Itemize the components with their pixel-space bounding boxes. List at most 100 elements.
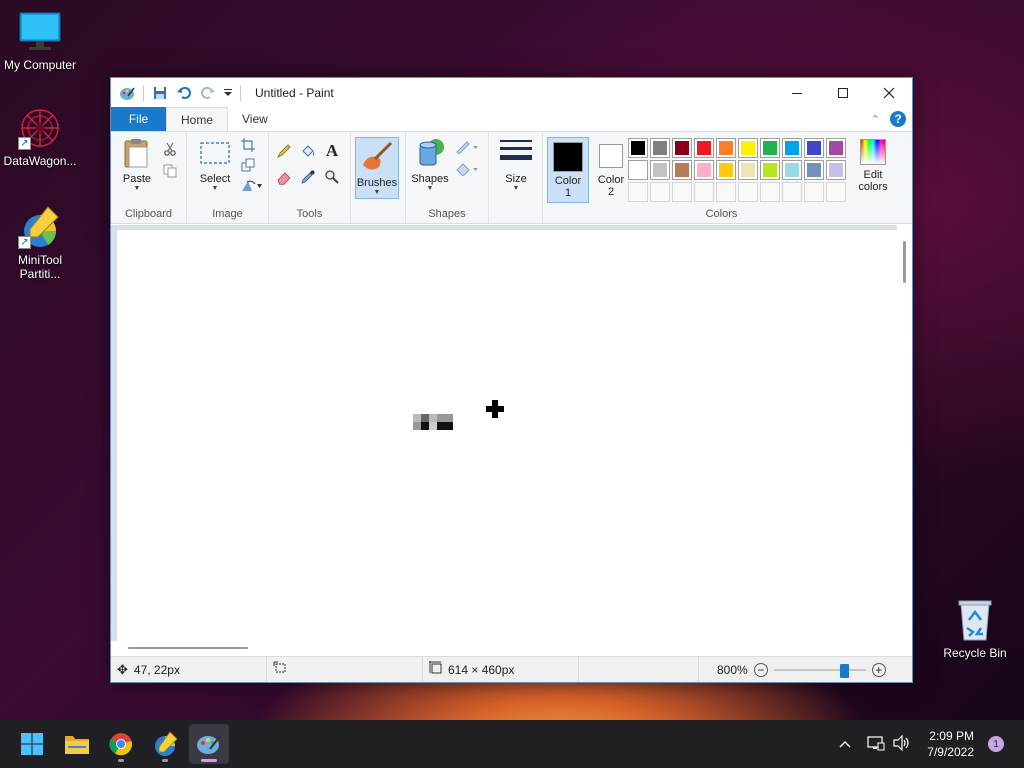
zoom-slider-handle[interactable] [839,663,849,678]
close-button[interactable] [866,78,912,107]
desktop-icon-recycle-bin[interactable]: Recycle Bin [935,598,1015,660]
help-icon[interactable]: ? [890,111,906,127]
network-icon[interactable] [867,735,885,754]
crop-icon[interactable] [239,136,257,154]
desktop-icon-my-computer[interactable]: My Computer [0,10,80,72]
rotate-icon[interactable] [239,176,265,194]
maximize-button[interactable] [820,78,866,107]
desktop-icon-datawagon[interactable]: ↗ DataWagon... [0,106,80,168]
palette-custom-swatch[interactable] [760,182,780,202]
cut-icon[interactable] [161,140,179,158]
tab-file[interactable]: File [111,107,166,131]
zoom-in-icon[interactable]: + [871,662,886,677]
copy-icon[interactable] [161,162,179,180]
eraser-icon[interactable] [275,168,293,186]
size-button[interactable]: Size ▼ [494,137,538,199]
resize-icon[interactable] [239,156,257,174]
collapse-ribbon-icon[interactable]: ⌃ [871,113,880,126]
taskbar-chrome[interactable] [101,724,141,764]
start-button[interactable] [12,724,52,764]
chevron-down-icon: ▼ [211,185,219,192]
chevron-down-icon: ▼ [426,185,434,192]
paint-app-icon[interactable] [117,83,137,103]
show-hidden-icons-icon[interactable] [839,737,851,751]
text-icon[interactable]: A [323,141,341,160]
zoom-controls: 800% − + [717,662,886,678]
palette-custom-swatch[interactable] [694,182,714,202]
color2-button[interactable]: Color 2 [591,137,631,203]
desktop-icon-minitool[interactable]: ↗ MiniTool Partiti... [0,205,80,281]
fill-bucket-icon[interactable] [299,142,317,160]
palette-custom-swatch[interactable] [672,182,692,202]
select-button[interactable]: Select ▼ [193,137,237,199]
palette-color-swatch[interactable] [826,138,846,158]
redo-icon[interactable] [198,83,218,103]
edit-colors-button[interactable]: Edit colors [851,137,895,199]
outline-icon[interactable] [454,138,480,156]
pencil-icon[interactable] [275,142,293,160]
palette-custom-swatch[interactable] [826,182,846,202]
horizontal-scrollbar[interactable] [111,641,897,656]
recycle-bin-icon [953,598,997,642]
color1-button[interactable]: Color 1 [547,137,589,203]
magnifier-icon[interactable] [323,168,341,186]
palette-color-swatch[interactable] [672,160,692,180]
palette-custom-swatch[interactable] [782,182,802,202]
drawing-canvas[interactable] [117,230,897,657]
palette-color-swatch[interactable] [628,138,648,158]
vertical-scrollbar[interactable] [897,225,912,657]
taskbar-paint[interactable] [189,724,229,764]
zoom-level: 800% [717,662,748,677]
palette-color-swatch[interactable] [738,138,758,158]
paste-button[interactable]: Paste ▼ [115,137,159,199]
tab-home[interactable]: Home [166,107,229,131]
palette-custom-swatch[interactable] [738,182,758,202]
swatch-fill [741,163,755,177]
palette-color-swatch[interactable] [716,138,736,158]
palette-color-swatch[interactable] [650,138,670,158]
palette-color-swatch[interactable] [804,160,824,180]
shortcut-arrow-icon: ↗ [18,137,31,150]
selection-size-icon [273,661,287,678]
palette-color-swatch[interactable] [804,138,824,158]
zoom-slider[interactable] [773,663,866,678]
tab-view[interactable]: View [228,107,282,131]
palette-color-swatch[interactable] [694,160,714,180]
brushes-label: Brushes [356,177,398,189]
notification-badge[interactable]: 1 [988,736,1004,752]
minitool-icon: ↗ [18,205,62,249]
palette-color-swatch[interactable] [694,138,714,158]
color1-swatch [553,142,583,172]
scroll-thumb[interactable] [128,647,248,649]
save-icon[interactable] [150,83,170,103]
color-picker-icon[interactable] [299,168,317,186]
clock[interactable]: 2:09 PM 7/9/2022 [927,728,974,760]
fill-icon[interactable] [454,160,480,178]
palette-custom-swatch[interactable] [650,182,670,202]
scroll-thumb[interactable] [903,241,906,283]
palette-color-swatch[interactable] [760,160,780,180]
shapes-button[interactable]: Shapes ▼ [408,137,452,199]
minimize-button[interactable] [774,78,820,107]
palette-custom-swatch[interactable] [716,182,736,202]
palette-color-swatch[interactable] [738,160,758,180]
palette-color-swatch[interactable] [650,160,670,180]
image-group: Select ▼ Image [187,132,269,223]
taskbar-file-explorer[interactable] [57,724,97,764]
palette-custom-swatch[interactable] [628,182,648,202]
palette-color-swatch[interactable] [826,160,846,180]
taskbar-minitool[interactable] [145,724,185,764]
palette-color-swatch[interactable] [628,160,648,180]
palette-color-swatch[interactable] [782,138,802,158]
brushes-button[interactable]: Brushes ▼ [355,137,399,199]
undo-icon[interactable] [174,83,194,103]
volume-icon[interactable] [893,734,911,754]
customize-qa-dropdown-icon[interactable] [222,83,234,103]
clipboard-group-label: Clipboard [124,208,173,220]
zoom-out-icon[interactable]: − [753,662,768,677]
palette-color-swatch[interactable] [760,138,780,158]
palette-custom-swatch[interactable] [804,182,824,202]
palette-color-swatch[interactable] [672,138,692,158]
palette-color-swatch[interactable] [782,160,802,180]
palette-color-swatch[interactable] [716,160,736,180]
